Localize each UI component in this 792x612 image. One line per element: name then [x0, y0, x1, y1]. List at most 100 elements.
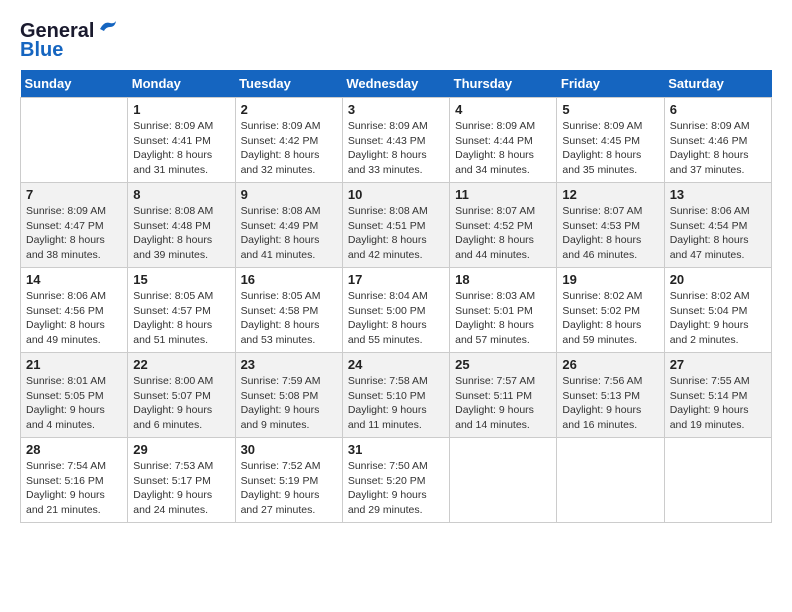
- day-number: 20: [670, 272, 766, 287]
- day-header-wednesday: Wednesday: [342, 70, 449, 98]
- day-cell: 13 Sunrise: 8:06 AMSunset: 4:54 PMDayligh…: [664, 183, 771, 268]
- day-info: Sunrise: 8:07 AMSunset: 4:52 PMDaylight:…: [455, 204, 551, 263]
- logo-blue-text: Blue: [20, 39, 63, 62]
- day-cell: 4 Sunrise: 8:09 AMSunset: 4:44 PMDaylight…: [450, 98, 557, 183]
- page-header: General Blue: [20, 20, 772, 62]
- day-number: 14: [26, 272, 122, 287]
- day-number: 17: [348, 272, 444, 287]
- day-number: 11: [455, 187, 551, 202]
- day-info: Sunrise: 8:03 AMSunset: 5:01 PMDaylight:…: [455, 289, 551, 348]
- day-number: 25: [455, 357, 551, 372]
- day-cell: 21Sunrise: 8:01 AMSunset: 5:05 PMDayligh…: [21, 353, 128, 438]
- day-cell: [450, 438, 557, 523]
- day-cell: 1Sunrise: 8:09 AMSunset: 4:41 PMDaylight…: [128, 98, 235, 183]
- day-number: 5: [562, 102, 658, 117]
- day-cell: 3 Sunrise: 8:09 AMSunset: 4:43 PMDaylight…: [342, 98, 449, 183]
- day-info: Sunrise: 8:05 AMSunset: 4:57 PMDaylight:…: [133, 289, 229, 348]
- day-info: Sunrise: 8:09 AMSunset: 4:43 PMDaylight:…: [348, 119, 444, 178]
- day-cell: 10 Sunrise: 8:08 AMSunset: 4:51 PMDayligh…: [342, 183, 449, 268]
- week-row-2: 7 Sunrise: 8:09 AMSunset: 4:47 PMDaylight…: [21, 183, 772, 268]
- day-number: 30: [241, 442, 337, 457]
- day-info: Sunrise: 8:06 AMSunset: 4:54 PMDaylight:…: [670, 204, 766, 263]
- day-cell: 29 Sunrise: 7:53 AMSunset: 5:17 PMDayligh…: [128, 438, 235, 523]
- day-header-sunday: Sunday: [21, 70, 128, 98]
- day-number: 15: [133, 272, 229, 287]
- week-row-5: 28Sunrise: 7:54 AMSunset: 5:16 PMDayligh…: [21, 438, 772, 523]
- day-info: Sunrise: 8:02 AMSunset: 5:04 PMDaylight:…: [670, 289, 766, 348]
- day-cell: 8 Sunrise: 8:08 AMSunset: 4:48 PMDaylight…: [128, 183, 235, 268]
- day-cell: 27 Sunrise: 7:55 AMSunset: 5:14 PMDayligh…: [664, 353, 771, 438]
- day-cell: 26 Sunrise: 7:56 AMSunset: 5:13 PMDayligh…: [557, 353, 664, 438]
- day-info: Sunrise: 7:55 AMSunset: 5:14 PMDaylight:…: [670, 374, 766, 433]
- week-row-1: 1Sunrise: 8:09 AMSunset: 4:41 PMDaylight…: [21, 98, 772, 183]
- day-number: 13: [670, 187, 766, 202]
- calendar-table: SundayMondayTuesdayWednesdayThursdayFrid…: [20, 70, 772, 523]
- day-header-saturday: Saturday: [664, 70, 771, 98]
- day-number: 10: [348, 187, 444, 202]
- day-cell: 16 Sunrise: 8:05 AMSunset: 4:58 PMDayligh…: [235, 268, 342, 353]
- day-cell: 24Sunrise: 7:58 AMSunset: 5:10 PMDayligh…: [342, 353, 449, 438]
- day-info: Sunrise: 8:01 AMSunset: 5:05 PMDaylight:…: [26, 374, 122, 433]
- day-info: Sunrise: 7:56 AMSunset: 5:13 PMDaylight:…: [562, 374, 658, 433]
- day-cell: 18 Sunrise: 8:03 AMSunset: 5:01 PMDayligh…: [450, 268, 557, 353]
- day-number: 7: [26, 187, 122, 202]
- day-cell: 23 Sunrise: 7:59 AMSunset: 5:08 PMDayligh…: [235, 353, 342, 438]
- day-cell: 11 Sunrise: 8:07 AMSunset: 4:52 PMDayligh…: [450, 183, 557, 268]
- day-info: Sunrise: 7:53 AMSunset: 5:17 PMDaylight:…: [133, 459, 229, 518]
- day-info: Sunrise: 7:59 AMSunset: 5:08 PMDaylight:…: [241, 374, 337, 433]
- day-number: 3: [348, 102, 444, 117]
- day-number: 23: [241, 357, 337, 372]
- day-info: Sunrise: 8:05 AMSunset: 4:58 PMDaylight:…: [241, 289, 337, 348]
- day-number: 9: [241, 187, 337, 202]
- day-cell: 31Sunrise: 7:50 AMSunset: 5:20 PMDayligh…: [342, 438, 449, 523]
- logo-bird-icon: [96, 19, 118, 39]
- day-number: 6: [670, 102, 766, 117]
- day-number: 31: [348, 442, 444, 457]
- day-number: 16: [241, 272, 337, 287]
- day-info: Sunrise: 7:57 AMSunset: 5:11 PMDaylight:…: [455, 374, 551, 433]
- day-cell: 30 Sunrise: 7:52 AMSunset: 5:19 PMDayligh…: [235, 438, 342, 523]
- day-info: Sunrise: 8:09 AMSunset: 4:47 PMDaylight:…: [26, 204, 122, 263]
- day-cell: [21, 98, 128, 183]
- day-cell: 7 Sunrise: 8:09 AMSunset: 4:47 PMDaylight…: [21, 183, 128, 268]
- day-cell: 28Sunrise: 7:54 AMSunset: 5:16 PMDayligh…: [21, 438, 128, 523]
- day-cell: 22 Sunrise: 8:00 AMSunset: 5:07 PMDayligh…: [128, 353, 235, 438]
- day-info: Sunrise: 8:02 AMSunset: 5:02 PMDaylight:…: [562, 289, 658, 348]
- day-number: 29: [133, 442, 229, 457]
- day-info: Sunrise: 8:09 AMSunset: 4:41 PMDaylight:…: [133, 119, 229, 178]
- day-number: 27: [670, 357, 766, 372]
- day-header-monday: Monday: [128, 70, 235, 98]
- day-number: 2: [241, 102, 337, 117]
- day-info: Sunrise: 7:52 AMSunset: 5:19 PMDaylight:…: [241, 459, 337, 518]
- day-number: 4: [455, 102, 551, 117]
- day-info: Sunrise: 8:00 AMSunset: 5:07 PMDaylight:…: [133, 374, 229, 433]
- day-cell: 25 Sunrise: 7:57 AMSunset: 5:11 PMDayligh…: [450, 353, 557, 438]
- day-cell: 17 Sunrise: 8:04 AMSunset: 5:00 PMDayligh…: [342, 268, 449, 353]
- day-number: 19: [562, 272, 658, 287]
- day-number: 8: [133, 187, 229, 202]
- day-number: 12: [562, 187, 658, 202]
- day-cell: 2 Sunrise: 8:09 AMSunset: 4:42 PMDaylight…: [235, 98, 342, 183]
- day-info: Sunrise: 8:07 AMSunset: 4:53 PMDaylight:…: [562, 204, 658, 263]
- day-number: 18: [455, 272, 551, 287]
- day-number: 26: [562, 357, 658, 372]
- day-number: 28: [26, 442, 122, 457]
- day-cell: [664, 438, 771, 523]
- day-info: Sunrise: 8:09 AMSunset: 4:45 PMDaylight:…: [562, 119, 658, 178]
- day-cell: 19 Sunrise: 8:02 AMSunset: 5:02 PMDayligh…: [557, 268, 664, 353]
- day-number: 22: [133, 357, 229, 372]
- day-cell: 9Sunrise: 8:08 AMSunset: 4:49 PMDaylight…: [235, 183, 342, 268]
- day-info: Sunrise: 8:04 AMSunset: 5:00 PMDaylight:…: [348, 289, 444, 348]
- day-info: Sunrise: 8:08 AMSunset: 4:51 PMDaylight:…: [348, 204, 444, 263]
- day-info: Sunrise: 8:09 AMSunset: 4:44 PMDaylight:…: [455, 119, 551, 178]
- day-header-thursday: Thursday: [450, 70, 557, 98]
- day-info: Sunrise: 8:09 AMSunset: 4:42 PMDaylight:…: [241, 119, 337, 178]
- day-info: Sunrise: 8:08 AMSunset: 4:48 PMDaylight:…: [133, 204, 229, 263]
- days-header-row: SundayMondayTuesdayWednesdayThursdayFrid…: [21, 70, 772, 98]
- day-header-friday: Friday: [557, 70, 664, 98]
- day-cell: 6Sunrise: 8:09 AMSunset: 4:46 PMDaylight…: [664, 98, 771, 183]
- day-info: Sunrise: 7:58 AMSunset: 5:10 PMDaylight:…: [348, 374, 444, 433]
- day-cell: [557, 438, 664, 523]
- day-cell: 5 Sunrise: 8:09 AMSunset: 4:45 PMDaylight…: [557, 98, 664, 183]
- logo: General Blue: [20, 20, 118, 62]
